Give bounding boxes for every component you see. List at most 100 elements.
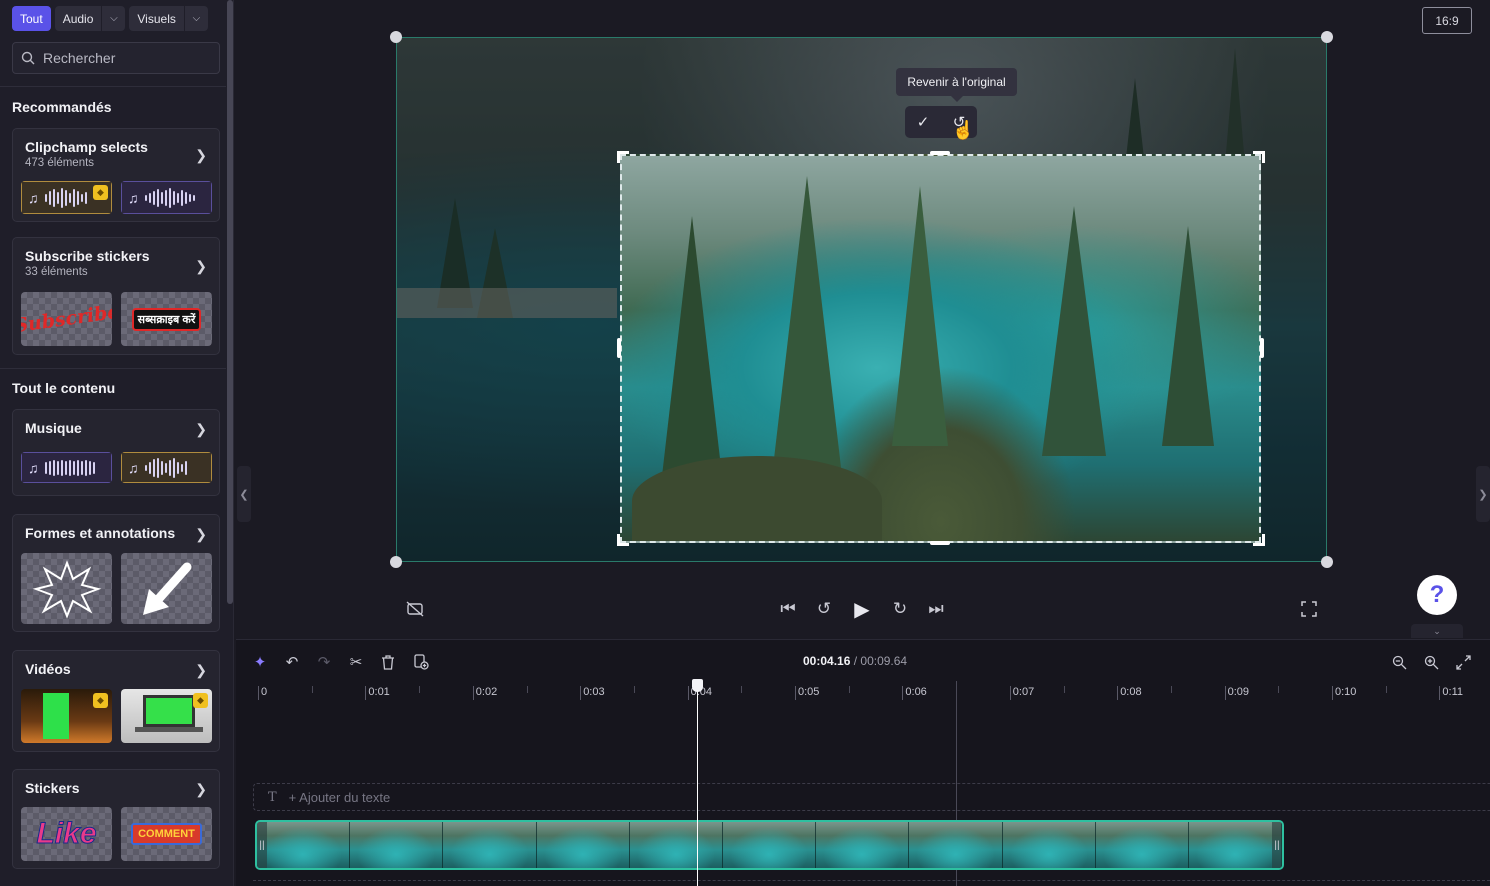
fullscreen-icon[interactable] bbox=[1297, 597, 1321, 621]
arrow-shape-thumbnail[interactable] bbox=[121, 553, 212, 624]
magic-sparkle-icon[interactable]: ✦ bbox=[249, 651, 271, 673]
hide-preview-icon[interactable] bbox=[403, 597, 427, 621]
filter-audio-button[interactable]: Audio ⌵ bbox=[54, 6, 126, 31]
chevron-right-icon[interactable]: ❯ bbox=[195, 781, 207, 798]
clip-frame bbox=[257, 822, 351, 868]
chevron-right-icon[interactable]: ❯ bbox=[195, 662, 207, 679]
time-ruler[interactable]: 0 0:01 0:02 0:03 0:04 0:05 0:06 0:07 0:08 0:09 0:1… bbox=[236, 681, 1490, 709]
waveform-bars bbox=[144, 457, 187, 478]
resize-handle[interactable] bbox=[1321, 556, 1333, 568]
crop-corner-handle[interactable] bbox=[1253, 151, 1265, 163]
card-clipchamp-selects[interactable]: Clipchamp selects 473 éléments ❯ ♫ ◆ ♫ bbox=[12, 128, 220, 222]
ruler-tick-label: 0 bbox=[261, 686, 268, 698]
ruler-tick bbox=[1332, 686, 1333, 700]
clip-frame bbox=[443, 822, 537, 868]
card-title: Clipchamp selects bbox=[25, 139, 148, 155]
expand-properties-handle[interactable]: ❯ bbox=[1476, 466, 1490, 522]
hand-cursor-icon: ☝ bbox=[952, 120, 975, 140]
aspect-ratio-button[interactable]: 16:9 bbox=[1422, 7, 1472, 34]
chevron-right-icon[interactable]: ❯ bbox=[195, 258, 207, 275]
confirm-check-icon[interactable]: ✓ bbox=[917, 113, 930, 131]
audio-thumbnail[interactable]: ♫ bbox=[121, 181, 212, 214]
skip-to-start-icon[interactable]: ⏮ bbox=[776, 597, 800, 621]
audio-thumbnail[interactable]: ♫ ◆ bbox=[21, 181, 112, 214]
crop-edge-handle[interactable] bbox=[930, 541, 950, 545]
ruler-minor-tick bbox=[1063, 686, 1065, 693]
chevron-right-icon[interactable]: ❯ bbox=[195, 526, 207, 543]
audio-thumbnail[interactable]: ♫ bbox=[21, 452, 112, 483]
redo-icon[interactable]: ↷ bbox=[313, 651, 335, 673]
timeline-panel: ✦ ↶ ↷ ✂ 00:04.16 / 00:09.64 0 0:01 0:02 0:0… bbox=[236, 639, 1490, 886]
video-thumbnail[interactable]: ◆ bbox=[21, 689, 112, 743]
ruler-tick bbox=[687, 686, 689, 700]
zoom-in-icon[interactable] bbox=[1420, 651, 1442, 673]
search-input[interactable]: Rechercher bbox=[12, 42, 220, 74]
sticker-thumbnail[interactable]: COMMENT bbox=[121, 807, 212, 861]
sticker-thumbnail[interactable]: Like bbox=[21, 807, 112, 861]
premium-diamond-icon: ◆ bbox=[93, 693, 108, 708]
chevron-down-icon[interactable]: ⌵ bbox=[183, 6, 208, 31]
split-scissors-icon[interactable]: ✂ bbox=[345, 651, 367, 673]
clip-trim-handle-right[interactable]: || bbox=[1272, 822, 1282, 868]
audio-track-placeholder[interactable] bbox=[253, 880, 1490, 881]
text-track[interactable]: T + Ajouter du texte bbox=[253, 783, 1490, 811]
forward-5s-icon[interactable]: ↻ bbox=[888, 597, 912, 621]
collapse-timeline-handle[interactable]: ⌄ bbox=[1411, 624, 1463, 638]
duplicate-add-icon[interactable] bbox=[410, 651, 432, 673]
crop-region[interactable] bbox=[620, 154, 1261, 543]
ruler-tick bbox=[580, 686, 582, 700]
ruler-minor-tick bbox=[741, 686, 743, 693]
card-subscribe-stickers[interactable]: Subscribe stickers 33 éléments ❯ Subscri… bbox=[12, 237, 220, 355]
clipchamp-editor: Tout Audio ⌵ Visuels ⌵ Rechercher Recomm… bbox=[0, 0, 1490, 886]
content-sidebar: Tout Audio ⌵ Visuels ⌵ Rechercher Recomm… bbox=[0, 0, 234, 886]
ruler-tick-label: 0:07 bbox=[1012, 686, 1035, 698]
sticker-thumbnail[interactable]: Subscribe bbox=[21, 292, 112, 346]
card-title: Stickers bbox=[25, 780, 80, 796]
card-music[interactable]: Musique ❯ ♫ ♫ bbox=[12, 409, 220, 496]
fit-timeline-icon[interactable] bbox=[1452, 651, 1474, 673]
zoom-out-icon[interactable] bbox=[1388, 651, 1410, 673]
clip-trim-handle-left[interactable]: || bbox=[257, 822, 267, 868]
ruler-tick bbox=[365, 686, 367, 700]
rewind-5s-icon[interactable]: ↺ bbox=[812, 597, 836, 621]
crop-corner-handle[interactable] bbox=[617, 534, 629, 546]
filter-all-button[interactable]: Tout bbox=[12, 6, 51, 31]
chevron-down-icon[interactable]: ⌵ bbox=[101, 6, 125, 31]
playhead[interactable] bbox=[697, 681, 698, 886]
arrow-icon bbox=[142, 562, 191, 615]
card-stickers[interactable]: Stickers ❯ Like COMMENT bbox=[12, 769, 220, 869]
burst-shape-thumbnail[interactable] bbox=[21, 553, 112, 624]
sticker-thumbnail[interactable]: सब्सक्राइब करें bbox=[121, 292, 212, 346]
audio-thumbnail[interactable]: ♫ bbox=[121, 452, 212, 483]
undo-icon[interactable]: ↶ bbox=[281, 651, 303, 673]
collapse-sidebar-handle[interactable]: ❮ bbox=[237, 466, 251, 522]
play-icon[interactable]: ▶ bbox=[850, 597, 874, 621]
clip-frame bbox=[722, 822, 817, 868]
crop-corner-handle[interactable] bbox=[1253, 534, 1265, 546]
video-thumbnail[interactable]: ◆ bbox=[121, 689, 212, 743]
card-subtitle: 33 éléments bbox=[25, 266, 88, 278]
delete-trash-icon[interactable] bbox=[377, 651, 399, 673]
skip-to-end-icon[interactable]: ⏭ bbox=[924, 597, 948, 621]
chevron-right-icon[interactable]: ❯ bbox=[195, 421, 207, 438]
ruler-tick bbox=[1224, 686, 1226, 700]
search-icon bbox=[21, 51, 35, 65]
card-videos[interactable]: Vidéos ❯ ◆ ◆ bbox=[12, 650, 220, 752]
filter-visuals-button[interactable]: Visuels ⌵ bbox=[129, 6, 208, 31]
sticker-text: सब्सक्राइब करें bbox=[131, 307, 202, 331]
sidebar-scrollbar[interactable] bbox=[227, 0, 233, 604]
resize-handle[interactable] bbox=[390, 31, 402, 43]
chevron-right-icon[interactable]: ❯ bbox=[195, 147, 207, 164]
resize-handle[interactable] bbox=[1321, 31, 1333, 43]
crop-edge-handle[interactable] bbox=[930, 151, 950, 155]
crop-corner-handle[interactable] bbox=[617, 151, 629, 163]
crop-edge-handle[interactable] bbox=[1260, 338, 1264, 358]
green-screen bbox=[43, 693, 69, 739]
resize-handle[interactable] bbox=[390, 556, 402, 568]
help-button[interactable]: ? bbox=[1417, 575, 1457, 615]
card-shapes[interactable]: Formes et annotations ❯ bbox=[12, 514, 220, 632]
crop-edge-handle[interactable] bbox=[617, 338, 621, 358]
video-clip[interactable]: || || bbox=[255, 820, 1284, 870]
playhead-knob[interactable] bbox=[692, 679, 703, 692]
burst-shape-icon bbox=[32, 559, 101, 619]
